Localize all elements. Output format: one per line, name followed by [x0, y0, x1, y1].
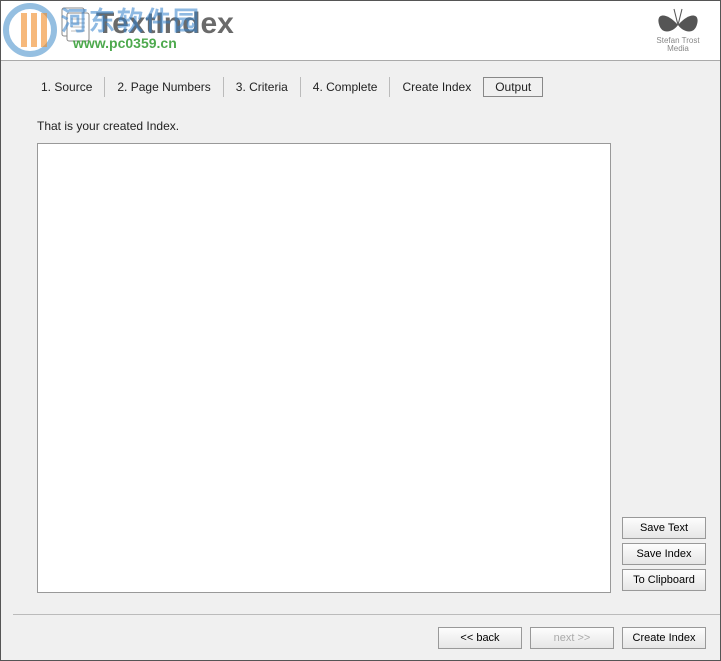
save-text-button[interactable]: Save Text — [622, 517, 706, 539]
document-icon — [61, 7, 91, 46]
to-clipboard-button[interactable]: To Clipboard — [622, 569, 706, 591]
back-button[interactable]: << back — [438, 627, 522, 649]
tab-complete[interactable]: 4. Complete — [301, 77, 391, 97]
header: TextIndex Stefan Trost Media — [1, 1, 720, 61]
butterfly-icon — [654, 7, 702, 37]
footer-button-group: << back next >> Create Index — [438, 627, 706, 649]
side-button-group: Save Text Save Index To Clipboard — [622, 517, 706, 591]
output-textarea[interactable] — [37, 143, 611, 593]
save-index-button[interactable]: Save Index — [622, 543, 706, 565]
footer-panel: << back next >> Create Index — [13, 614, 720, 660]
tab-create-index[interactable]: Create Index — [390, 77, 483, 97]
tab-page-numbers[interactable]: 2. Page Numbers — [105, 77, 223, 97]
create-index-button[interactable]: Create Index — [622, 627, 706, 649]
app-window: TextIndex Stefan Trost Media 河东软件园 www.p… — [0, 0, 721, 661]
output-message: That is your created Index. — [37, 119, 179, 133]
next-button: next >> — [530, 627, 614, 649]
tab-criteria[interactable]: 3. Criteria — [224, 77, 301, 97]
app-title: TextIndex — [96, 7, 234, 41]
brand-logo: Stefan Trost Media — [654, 7, 702, 53]
tab-output[interactable]: Output — [483, 77, 543, 97]
tab-source[interactable]: 1. Source — [29, 77, 105, 97]
wizard-tabs: 1. Source 2. Page Numbers 3. Criteria 4.… — [29, 77, 543, 97]
brand-text-2: Media — [654, 45, 702, 53]
